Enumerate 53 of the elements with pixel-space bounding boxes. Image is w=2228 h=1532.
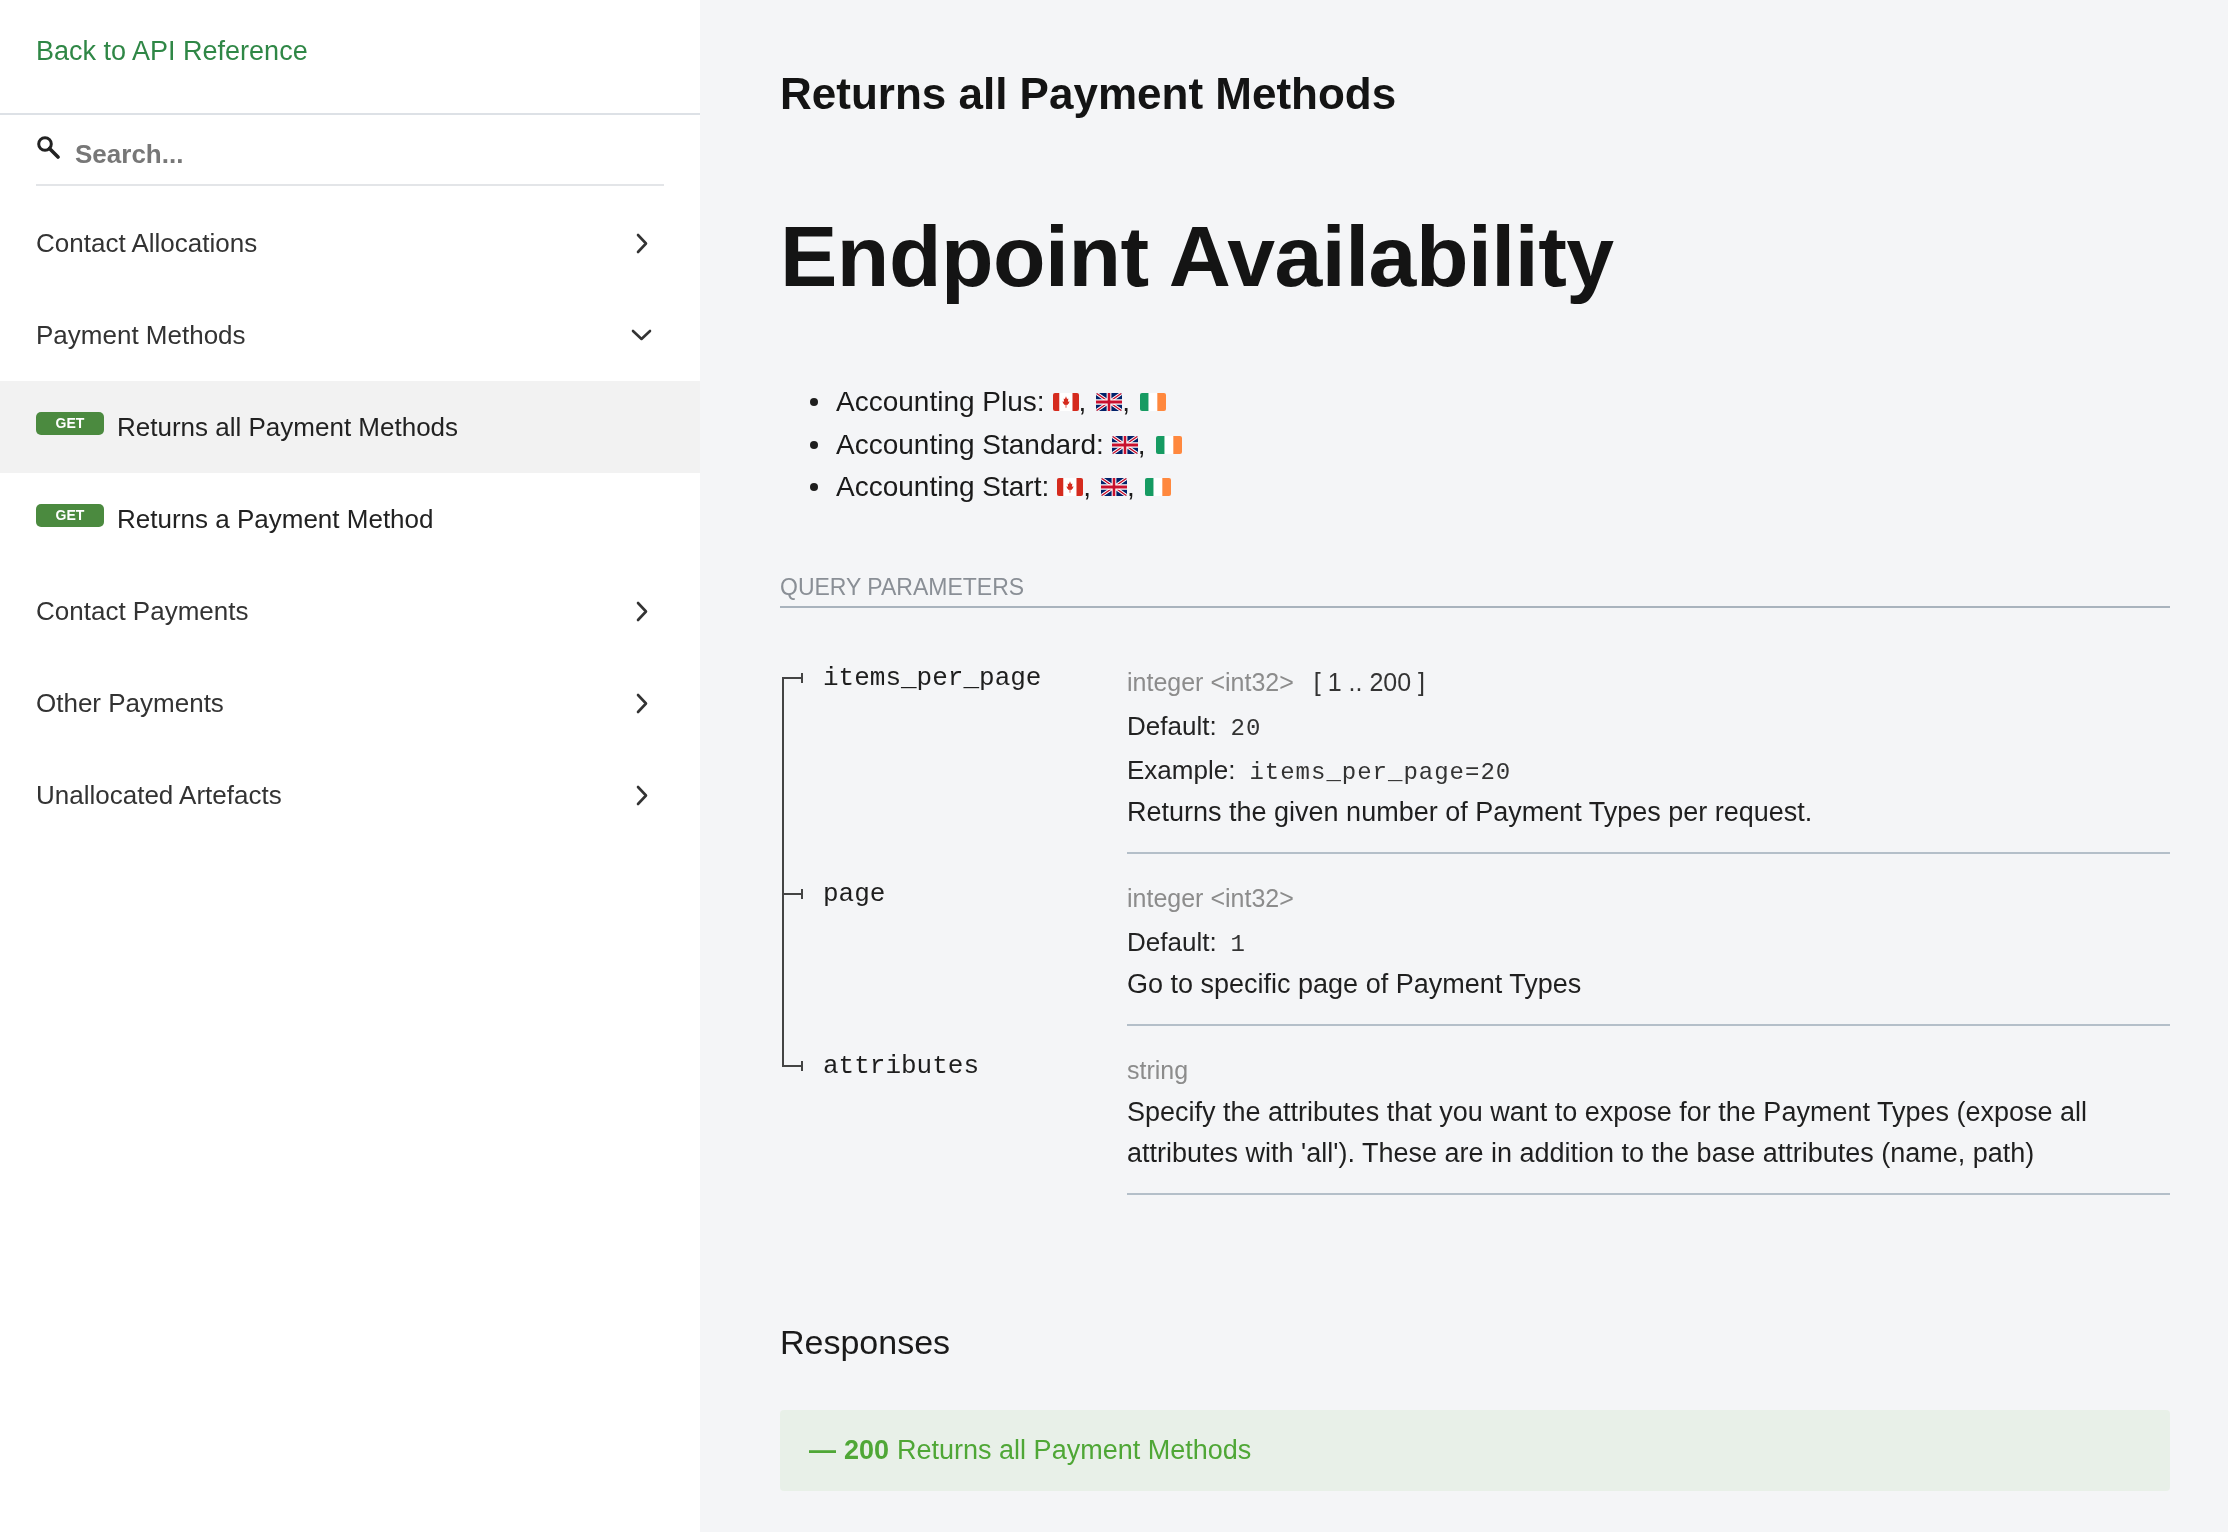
default-value: 20 bbox=[1230, 713, 1262, 744]
list-comma: , bbox=[1137, 427, 1146, 462]
bullet-icon bbox=[810, 483, 818, 492]
nav-group[interactable]: Contact Allocations bbox=[0, 197, 700, 289]
param-description: Specify the attributes that you want to expose for the Payment Types (expose all attributes with 'all'). These are in addition to the base attributes (name, path) bbox=[1127, 1095, 2089, 1170]
default-label: Default: bbox=[1127, 925, 1217, 959]
plan-label: Accounting Plus: bbox=[836, 385, 1045, 420]
page-title: Returns all Payment Methods bbox=[780, 68, 1398, 120]
ireland-flag-icon bbox=[1140, 393, 1167, 412]
tree-branch bbox=[782, 887, 804, 900]
default-label: Default: bbox=[1127, 709, 1217, 743]
uk-flag-icon bbox=[1096, 393, 1123, 412]
nav-item[interactable]: GET Returns all Payment Methods bbox=[0, 381, 700, 473]
param-type: integer <int32> bbox=[1127, 666, 1294, 698]
example-label: Example: bbox=[1127, 753, 1236, 787]
plan-label: Accounting Start: bbox=[836, 470, 1050, 505]
param-type: integer <int32> bbox=[1127, 882, 1294, 914]
default-value: 1 bbox=[1230, 929, 1246, 960]
search-icon bbox=[36, 135, 60, 159]
tree-branch bbox=[782, 671, 804, 684]
nav-group[interactable]: Other Payments bbox=[0, 657, 700, 749]
param-type: string bbox=[1127, 1054, 1189, 1086]
list-comma: , bbox=[1083, 470, 1091, 505]
canada-flag-icon bbox=[1057, 478, 1084, 497]
uk-flag-icon bbox=[1111, 435, 1138, 454]
bullet-icon bbox=[810, 398, 818, 407]
section-heading: Responses bbox=[780, 1321, 951, 1362]
list-comma: , bbox=[1122, 385, 1131, 420]
bullet-icon bbox=[810, 440, 818, 449]
uk-flag-icon bbox=[1101, 478, 1127, 497]
ireland-flag-icon bbox=[1155, 435, 1182, 454]
method-badge: GET bbox=[36, 412, 104, 435]
canada-flag-icon bbox=[1052, 393, 1079, 412]
param-description: Returns the given number of Payment Types per request. bbox=[1127, 795, 1814, 829]
tree-branch bbox=[782, 1059, 804, 1072]
example-value: items_per_page=20 bbox=[1249, 757, 1512, 788]
plan-label: Accounting Standard: bbox=[836, 427, 1104, 462]
list-comma: , bbox=[1078, 385, 1087, 420]
ireland-flag-icon bbox=[1144, 478, 1171, 497]
section-label: QUERY PARAMETERS bbox=[780, 572, 1025, 602]
list-comma: , bbox=[1127, 470, 1135, 505]
section-heading: Endpoint Availability bbox=[780, 207, 1615, 306]
nav-group[interactable]: Unallocated Artefacts bbox=[0, 749, 700, 841]
nav-group[interactable]: Payment Methods bbox=[0, 289, 700, 381]
param-range: [ 1 .. 200 ] bbox=[1313, 666, 1425, 698]
method-badge: GET bbox=[36, 504, 104, 527]
search-input[interactable]: Search... bbox=[75, 134, 664, 174]
back-link[interactable]: Back to API Reference bbox=[36, 36, 308, 66]
param-name: attributes bbox=[823, 1049, 980, 1083]
nav-group[interactable]: Contact Payments bbox=[0, 565, 700, 657]
param-description: Go to specific page of Payment Types bbox=[1127, 967, 1583, 1001]
param-name: items_per_page bbox=[823, 661, 1042, 695]
param-name: page bbox=[823, 877, 886, 911]
